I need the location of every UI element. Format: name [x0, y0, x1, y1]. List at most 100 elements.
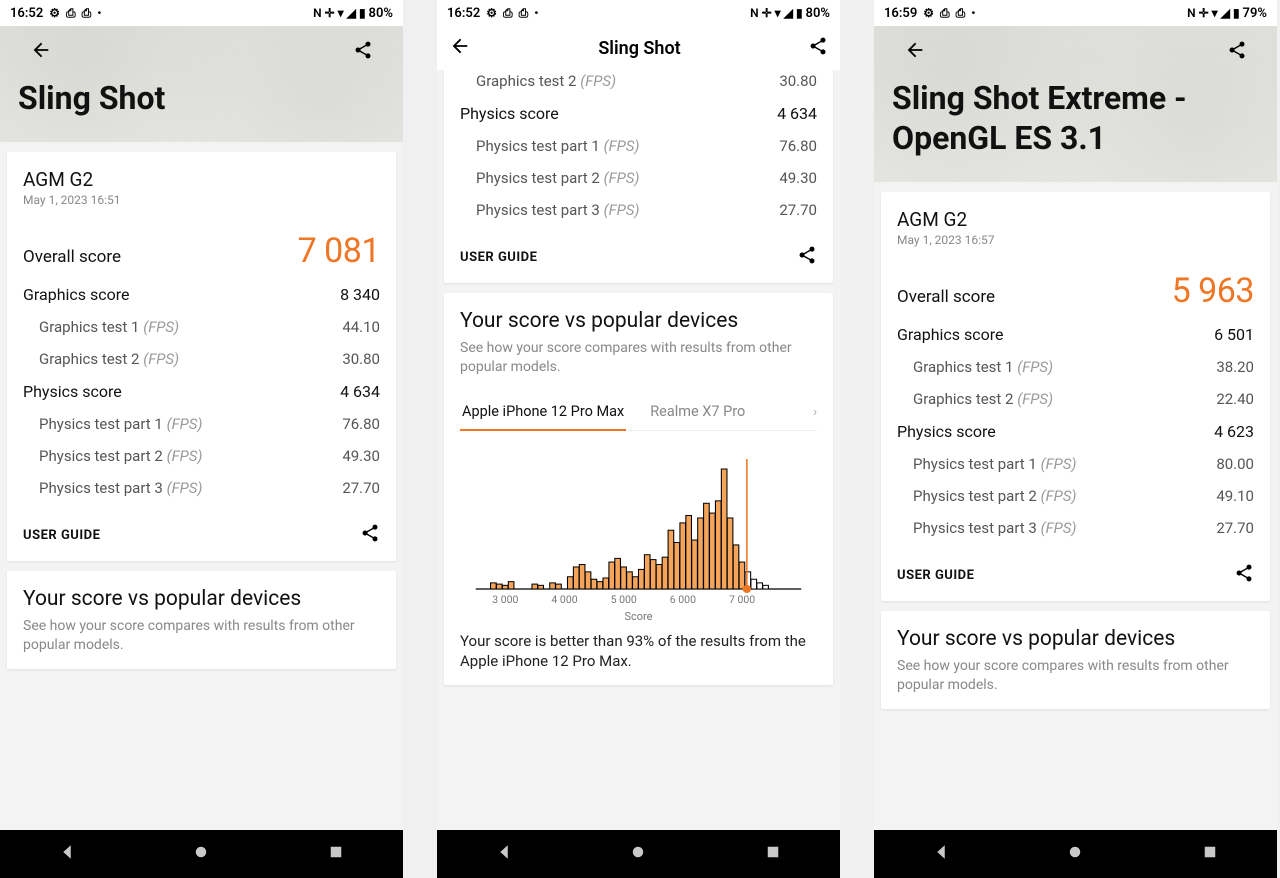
settings-icon: ⚙: [923, 6, 934, 20]
nav-recent-button[interactable]: [327, 843, 345, 865]
compare-subtitle: See how your score compares with results…: [897, 657, 1254, 695]
share-button[interactable]: [1227, 40, 1247, 64]
back-button[interactable]: [904, 39, 926, 65]
graphics-test-2-value: 30.80: [342, 350, 380, 368]
status-time: 16:59: [884, 6, 917, 21]
nfc-icon: N: [313, 6, 322, 20]
physics-test-1-label: Physics test part 1 (FPS): [913, 455, 1077, 473]
nav-bar: [0, 830, 403, 878]
battery-pct: 80%: [369, 6, 393, 21]
nav-home-button[interactable]: [192, 843, 210, 865]
user-guide-link[interactable]: USER GUIDE: [460, 250, 537, 265]
physics-test-2-label: Physics test part 2 (FPS): [913, 487, 1077, 505]
nav-back-button[interactable]: [58, 843, 76, 865]
graphics-score-value: 8 340: [340, 285, 380, 304]
timestamp: May 1, 2023 16:51: [23, 193, 380, 207]
battery-icon: ▮: [359, 6, 366, 20]
wifi-icon: ▾: [338, 6, 344, 20]
physics-test-2-value: 49.30: [342, 447, 380, 465]
svg-text:4 000: 4 000: [551, 593, 577, 606]
content-area: AGM G2 May 1, 2023 16:51 Overall score 7…: [0, 142, 403, 830]
physics-score-value: 4 634: [340, 382, 380, 401]
share-button[interactable]: [808, 36, 828, 60]
user-guide-link[interactable]: USER GUIDE: [23, 528, 100, 543]
battery-pct: 80%: [806, 6, 830, 21]
score-card: AGM G2 May 1, 2023 16:57 Overall score 5…: [881, 192, 1270, 601]
share-results-button[interactable]: [797, 245, 817, 269]
location-icon: ✛: [325, 6, 335, 20]
chevron-right-icon[interactable]: ›: [813, 405, 817, 420]
content-area: Graphics test 2 (FPS) 30.80 Physics scor…: [437, 70, 840, 830]
signal-icon: ◢: [784, 6, 793, 20]
svg-text:7 000: 7 000: [729, 593, 755, 606]
dot-icon: •: [971, 6, 975, 20]
physics-test-2-label: Physics test part 2 (FPS): [476, 169, 640, 187]
back-button[interactable]: [30, 39, 52, 65]
screenshot-icon-2: ⎙: [956, 6, 966, 21]
hero-header: Sling Shot: [0, 26, 403, 142]
content-area: AGM G2 May 1, 2023 16:57 Overall score 5…: [874, 182, 1277, 830]
compare-title: Your score vs popular devices: [460, 309, 817, 333]
physics-test-3-label: Physics test part 3 (FPS): [913, 519, 1077, 537]
battery-icon: ▮: [796, 6, 803, 20]
share-results-button[interactable]: [1234, 563, 1254, 587]
screenshot-icon-2: ⎙: [519, 6, 529, 21]
nav-home-button[interactable]: [629, 843, 647, 865]
settings-icon: ⚙: [486, 6, 497, 20]
graphics-test-1-value: 38.20: [1216, 358, 1254, 376]
nav-home-button[interactable]: [1066, 843, 1084, 865]
nfc-icon: N: [750, 6, 759, 20]
physics-score-label: Physics score: [23, 382, 122, 401]
nav-recent-button[interactable]: [1201, 843, 1219, 865]
physics-test-1-label: Physics test part 1 (FPS): [476, 137, 640, 155]
svg-text:3 000: 3 000: [492, 593, 518, 606]
screenshot-icon: ⎙: [940, 6, 950, 21]
status-bar: 16:59 ⚙ ⎙ ⎙ • N ✛ ▾ ◢ ▮ 79%: [874, 0, 1277, 26]
physics-test-1-value: 76.80: [779, 137, 817, 155]
header-title: Sling Shot: [598, 38, 680, 59]
device-name: AGM G2: [23, 168, 380, 191]
battery-pct: 79%: [1243, 6, 1267, 21]
user-guide-link[interactable]: USER GUIDE: [897, 568, 974, 583]
wifi-icon: ▾: [775, 6, 781, 20]
nav-recent-button[interactable]: [764, 843, 782, 865]
overall-label: Overall score: [23, 247, 121, 267]
overall-value: 5 963: [1172, 271, 1254, 311]
back-button[interactable]: [449, 35, 471, 61]
graphics-test-2-value: 22.40: [1216, 390, 1254, 408]
device-tabs: Apple iPhone 12 Pro Max Realme X7 Pro ›: [460, 395, 817, 431]
svg-text:6 000: 6 000: [670, 593, 696, 606]
physics-test-1-label: Physics test part 1 (FPS): [39, 415, 203, 433]
physics-score-value: 4 634: [777, 104, 817, 123]
nfc-icon: N: [1187, 6, 1196, 20]
hero-header: Sling Shot Extreme - OpenGL ES 3.1: [874, 26, 1277, 182]
score-card: AGM G2 May 1, 2023 16:51 Overall score 7…: [7, 152, 396, 561]
physics-test-3-label: Physics test part 3 (FPS): [476, 201, 640, 219]
nav-back-button[interactable]: [932, 843, 950, 865]
physics-test-2-value: 49.30: [779, 169, 817, 187]
overall-label: Overall score: [897, 287, 995, 307]
physics-test-1-value: 76.80: [342, 415, 380, 433]
page-title: Sling Shot Extreme - OpenGL ES 3.1: [892, 78, 1259, 158]
signal-icon: ◢: [1221, 6, 1230, 20]
compare-title: Your score vs popular devices: [23, 587, 380, 611]
status-bar: 16:52 ⚙ ⎙ ⎙ • N ✛ ▾ ◢ ▮ 80%: [0, 0, 403, 26]
graphics-test-2-label: Graphics test 2 (FPS): [39, 350, 179, 368]
compare-card: Your score vs popular devices See how yo…: [881, 611, 1270, 709]
graphics-test-1-label: Graphics test 1 (FPS): [913, 358, 1053, 376]
graphics-test-2-label: Graphics test 2 (FPS): [476, 72, 616, 90]
signal-icon: ◢: [347, 6, 356, 20]
tab-realme[interactable]: Realme X7 Pro: [648, 395, 747, 430]
location-icon: ✛: [1199, 6, 1209, 20]
tab-iphone[interactable]: Apple iPhone 12 Pro Max: [460, 395, 626, 430]
physics-test-2-value: 49.10: [1216, 487, 1254, 505]
nav-back-button[interactable]: [495, 843, 513, 865]
physics-score-label: Physics score: [460, 104, 559, 123]
compare-subtitle: See how your score compares with results…: [460, 339, 817, 377]
compare-title: Your score vs popular devices: [897, 627, 1254, 651]
compare-card: Your score vs popular devices See how yo…: [7, 571, 396, 669]
share-button[interactable]: [353, 40, 373, 64]
share-results-button[interactable]: [360, 523, 380, 547]
settings-icon: ⚙: [49, 6, 60, 20]
dot-icon: •: [534, 6, 538, 20]
